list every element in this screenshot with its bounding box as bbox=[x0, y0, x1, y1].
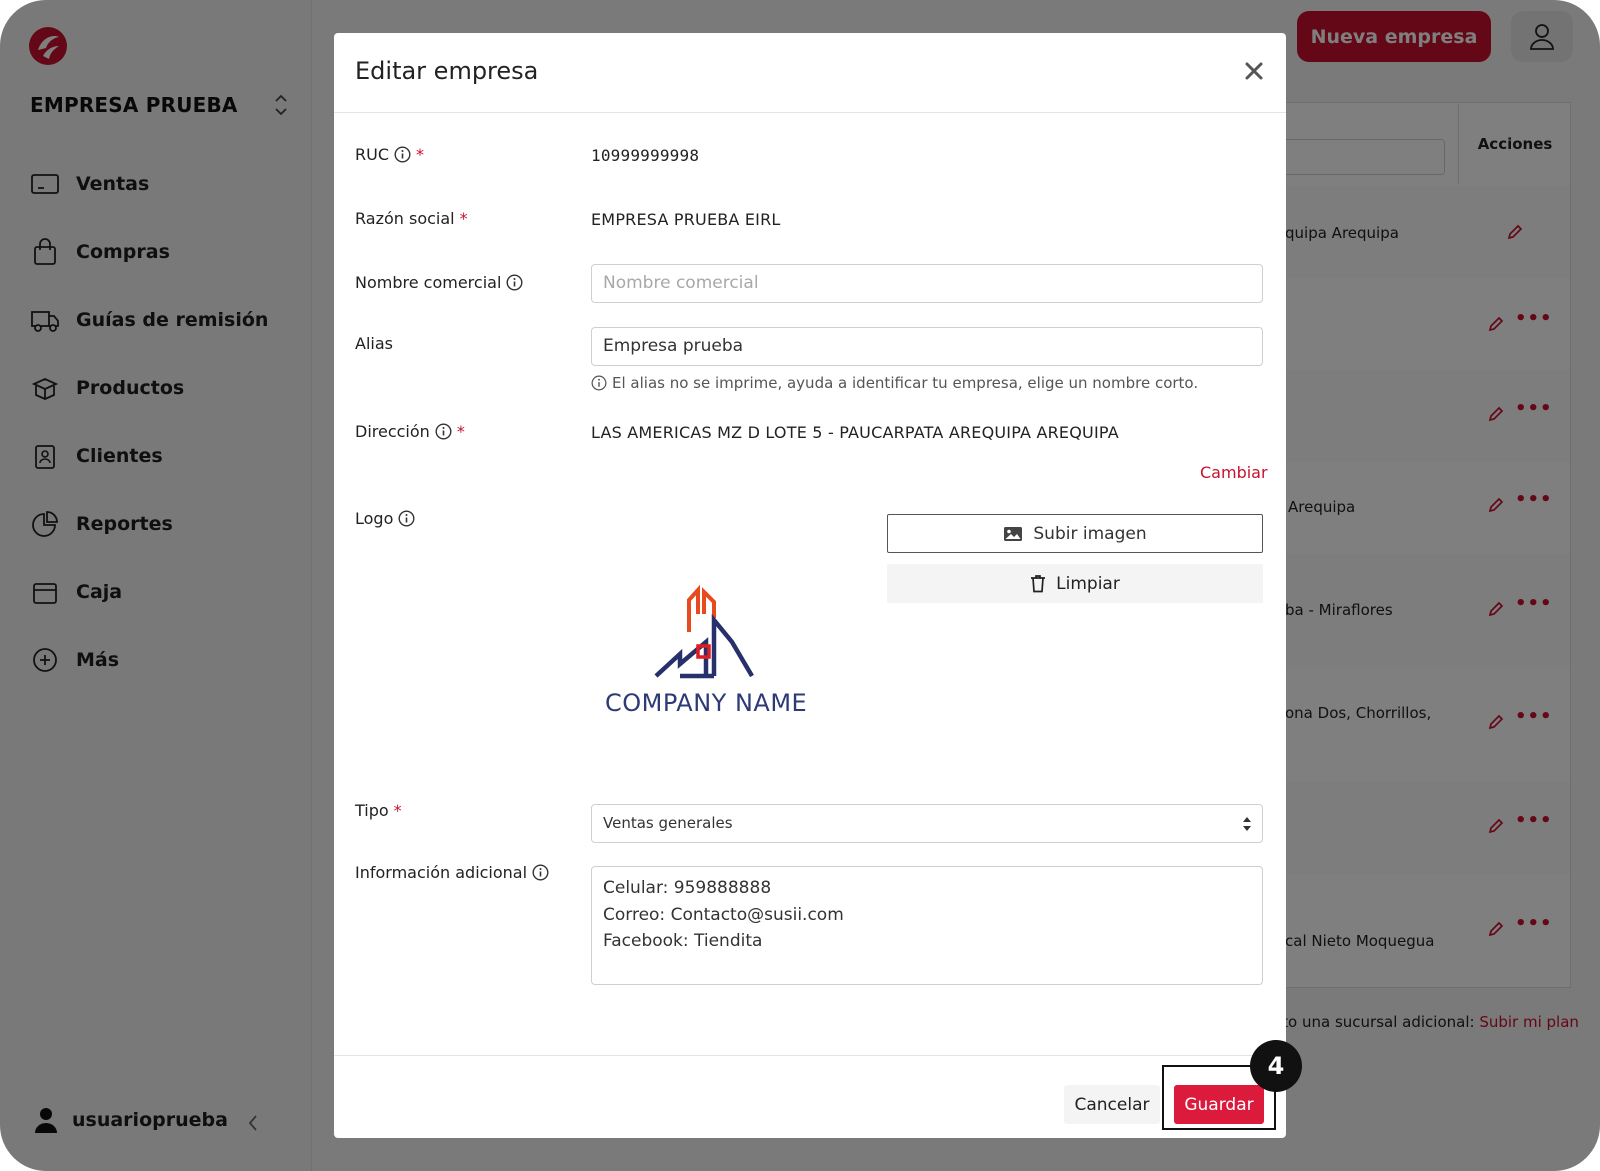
cambiar-address-link[interactable]: Cambiar bbox=[1200, 463, 1268, 482]
info-adicional-label: Información adicional bbox=[355, 863, 549, 882]
close-icon[interactable] bbox=[1242, 59, 1266, 83]
cancel-button[interactable]: Cancelar bbox=[1064, 1085, 1160, 1124]
tipo-select[interactable]: Ventas generales bbox=[591, 804, 1263, 843]
trash-icon bbox=[1031, 575, 1046, 593]
info-icon[interactable] bbox=[394, 146, 411, 163]
textarea-line: Celular: 959888888 bbox=[603, 878, 772, 898]
direccion-value: LAS AMERICAS MZ D LOTE 5 - PAUCARPATA AR… bbox=[591, 423, 1119, 442]
alias-help: El alias no se imprime, ayuda a identifi… bbox=[591, 374, 1198, 392]
razon-social-label: Razón social * bbox=[355, 209, 468, 228]
nombre-comercial-input[interactable]: Nombre comercial bbox=[591, 264, 1263, 303]
nombre-comercial-label-text: Nombre comercial bbox=[355, 273, 502, 292]
info-icon[interactable] bbox=[398, 510, 415, 527]
info-icon[interactable] bbox=[435, 423, 452, 440]
tipo-label: Tipo * bbox=[355, 801, 402, 820]
upload-image-button[interactable]: Subir imagen bbox=[887, 514, 1263, 553]
clear-image-label: Limpiar bbox=[1056, 573, 1120, 594]
image-icon bbox=[1004, 526, 1023, 541]
razon-social-value: EMPRESA PRUEBA EIRL bbox=[591, 210, 781, 229]
required-mark: * bbox=[416, 145, 424, 164]
alias-help-text: El alias no se imprime, ayuda a identifi… bbox=[612, 374, 1199, 392]
ruc-value: 10999999998 bbox=[591, 146, 700, 165]
app-window: EMPRESA PRUEBA Ventas Compras bbox=[0, 0, 1600, 1171]
step-number-badge: 4 bbox=[1250, 1040, 1302, 1092]
required-mark: * bbox=[456, 422, 465, 441]
upload-image-label: Subir imagen bbox=[1033, 523, 1147, 544]
clear-image-button[interactable]: Limpiar bbox=[887, 564, 1263, 603]
ruc-label-text: RUC bbox=[355, 145, 389, 164]
alias-label: Alias bbox=[355, 334, 393, 353]
info-icon[interactable] bbox=[532, 864, 549, 881]
logo-caption: COMPANY NAME bbox=[605, 689, 808, 717]
razon-social-label-text: Razón social bbox=[355, 209, 455, 228]
required-mark: * bbox=[459, 209, 468, 228]
modal-header: Editar empresa bbox=[334, 33, 1286, 113]
info-icon bbox=[591, 375, 607, 391]
info-adicional-textarea[interactable]: Celular: 959888888 Correo: Contacto@susi… bbox=[591, 866, 1263, 985]
nombre-comercial-label: Nombre comercial bbox=[355, 273, 523, 292]
info-icon[interactable] bbox=[506, 274, 523, 291]
edit-company-modal: Editar empresa RUC * 10999999998 Razón s… bbox=[334, 33, 1286, 1138]
textarea-line: Correo: Contacto@susii.com bbox=[603, 904, 844, 925]
alias-label-text: Alias bbox=[355, 334, 393, 353]
tipo-selected-value: Ventas generales bbox=[603, 814, 733, 832]
modal-title: Editar empresa bbox=[355, 57, 539, 85]
direccion-label-text: Dirección bbox=[355, 422, 430, 441]
required-mark: * bbox=[393, 801, 402, 820]
select-caret-icon bbox=[1243, 817, 1251, 831]
ruc-label: RUC * bbox=[355, 145, 424, 164]
info-adicional-label-text: Información adicional bbox=[355, 863, 528, 882]
logo-label: Logo bbox=[355, 509, 415, 528]
tipo-label-text: Tipo bbox=[355, 801, 389, 820]
textarea-line: Facebook: Tiendita bbox=[603, 931, 763, 951]
alias-input[interactable]: Empresa prueba bbox=[591, 327, 1263, 366]
direccion-label: Dirección * bbox=[355, 422, 465, 441]
logo-label-text: Logo bbox=[355, 509, 394, 528]
